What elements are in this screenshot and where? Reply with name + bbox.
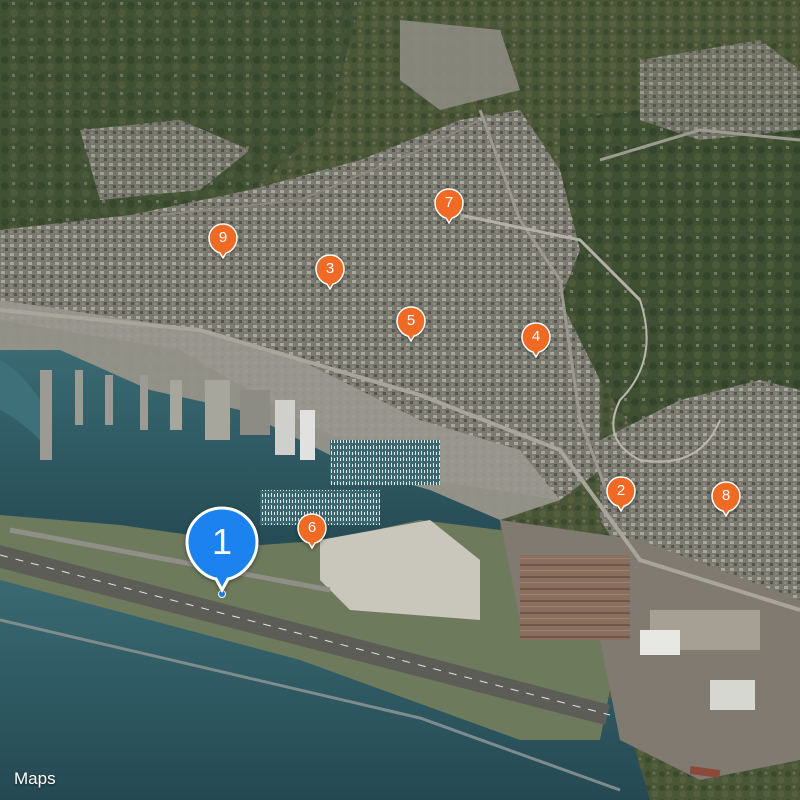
pin-label: 4: [531, 328, 541, 345]
map-pin-8[interactable]: 8: [711, 481, 741, 517]
pin-label: 6: [307, 519, 317, 536]
satellite-map[interactable]: [0, 0, 800, 800]
map-pin-2[interactable]: 2: [606, 476, 636, 512]
pin-label: 9: [218, 229, 228, 246]
pin-label: 3: [325, 260, 335, 277]
map-pin-4[interactable]: 4: [521, 322, 551, 358]
pin-label: 1: [211, 521, 233, 562]
maps-wordmark: Maps: [14, 769, 56, 788]
map-pin-6[interactable]: 6: [297, 513, 327, 549]
map-pin-3[interactable]: 3: [315, 254, 345, 290]
selected-map-pin-1[interactable]: 1: [184, 506, 260, 594]
map-pin-9[interactable]: 9: [208, 223, 238, 259]
map-pin-7[interactable]: 7: [434, 188, 464, 224]
pin-label: 5: [406, 312, 416, 329]
apple-maps-logo: Maps: [12, 768, 56, 790]
pin-label: 7: [444, 194, 454, 211]
map-pin-5[interactable]: 5: [396, 306, 426, 342]
pin-label: 2: [616, 482, 626, 499]
pin-label: 8: [721, 487, 731, 504]
